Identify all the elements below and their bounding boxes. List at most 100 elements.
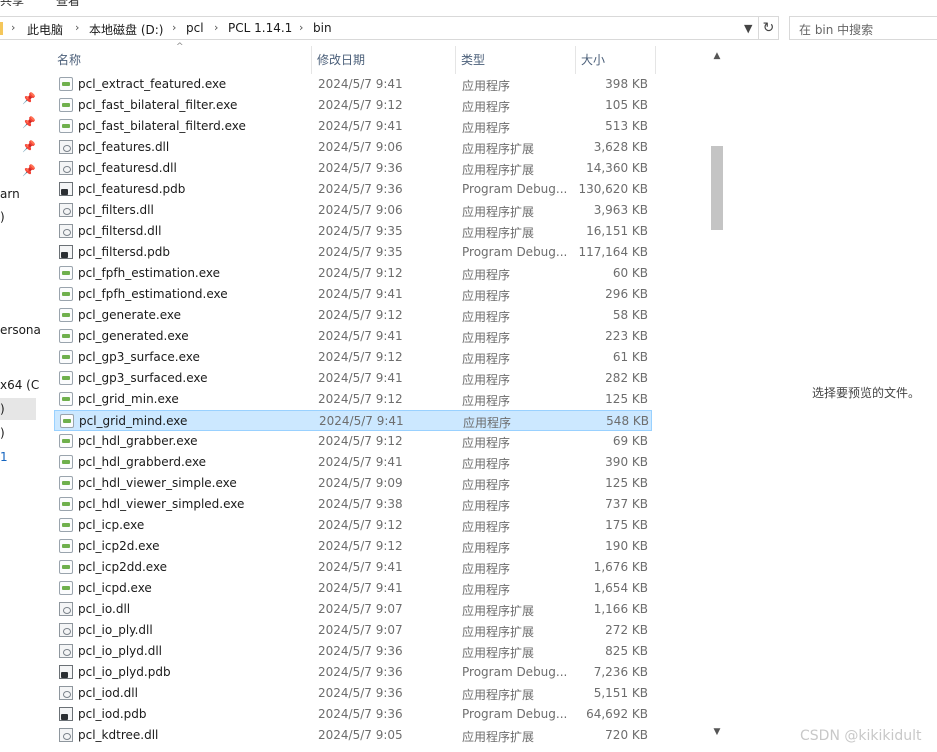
column-type[interactable]: 类型 <box>456 46 576 74</box>
file-size: 125 KB <box>605 392 648 406</box>
scroll-up-icon[interactable]: ▲ <box>708 48 726 64</box>
file-date-modified: 2024/5/7 9:07 <box>318 602 403 616</box>
file-type: 应用程序 <box>462 79 511 93</box>
chevron-right-icon[interactable]: › <box>299 21 303 34</box>
file-name: pcl_featuresd.dll <box>78 161 177 175</box>
chevron-right-icon[interactable]: › <box>11 21 15 34</box>
ribbon-tab-view[interactable]: 查看 <box>56 0 80 6</box>
dll-file-icon <box>59 728 73 742</box>
vertical-scrollbar[interactable]: ▲ ▼ <box>708 46 726 744</box>
file-date-modified: 2024/5/7 9:38 <box>318 497 403 511</box>
breadcrumb-pcl[interactable]: pcl <box>186 21 204 35</box>
file-size: 14,360 KB <box>586 161 648 175</box>
file-date-modified: 2024/5/7 9:12 <box>318 539 403 553</box>
address-bar[interactable]: › 此电脑 › 本地磁盘 (D:) › pcl › PCL 1.14.1 › b… <box>0 16 759 40</box>
file-row[interactable]: pcl_fast_bilateral_filterd.exe 2024/5/7 9… <box>54 116 652 137</box>
file-row[interactable]: pcl_icp2dd.exe 2024/5/7 9:41 应用程序 1,676 KB <box>54 557 652 578</box>
dll-file-icon <box>59 644 73 658</box>
file-size: 105 KB <box>605 98 648 112</box>
column-name[interactable]: 名称 <box>52 46 312 74</box>
breadcrumb-drive-d[interactable]: 本地磁盘 (D:) <box>89 21 163 38</box>
file-date-modified: 2024/5/7 9:12 <box>318 308 403 322</box>
file-size: 398 KB <box>605 77 648 91</box>
file-row[interactable]: pcl_io_plyd.pdb 2024/5/7 9:36 Program Debu… <box>54 662 652 683</box>
file-row[interactable]: pcl_fpfh_estimation.exe 2024/5/7 9:12 应用程序… <box>54 263 652 284</box>
breadcrumb-pcl-version[interactable]: PCL 1.14.1 <box>228 21 292 35</box>
file-type: 应用程序 <box>462 583 511 597</box>
file-row[interactable]: pcl_icp.exe 2024/5/7 9:12 应用程序 175 KB <box>54 515 652 536</box>
file-row[interactable]: pcl_hdl_grabberd.exe 2024/5/7 9:41 应用程序 390… <box>54 452 652 473</box>
file-size: 125 KB <box>605 476 648 490</box>
file-row[interactable]: pcl_io_plyd.dll 2024/5/7 9:36 应用程序扩展 825 KB <box>54 641 652 662</box>
column-header-row: ^ 名称 修改日期 类型 大小 <box>52 42 656 74</box>
file-row[interactable]: pcl_io_ply.dll 2024/5/7 9:07 应用程序扩展 272 KB <box>54 620 652 641</box>
dll-file-icon <box>59 224 73 238</box>
file-name: pcl_fast_bilateral_filter.exe <box>78 98 238 112</box>
file-row[interactable]: pcl_icp2d.exe 2024/5/7 9:12 应用程序 190 KB <box>54 536 652 557</box>
search-input[interactable]: 在 bin 中搜索 <box>789 16 937 40</box>
file-row[interactable]: pcl_filtersd.dll 2024/5/7 9:35 应用程序扩展 16,15… <box>54 221 652 242</box>
file-row[interactable]: pcl_featuresd.dll 2024/5/7 9:36 应用程序扩展 14,3… <box>54 158 652 179</box>
file-name: pcl_generate.exe <box>78 308 182 322</box>
breadcrumb-bin[interactable]: bin <box>313 21 332 35</box>
file-row[interactable]: pcl_icpd.exe 2024/5/7 9:41 应用程序 1,654 KB <box>54 578 652 599</box>
file-date-modified: 2024/5/7 9:35 <box>318 224 403 238</box>
chevron-right-icon[interactable]: › <box>214 21 218 34</box>
file-row[interactable]: pcl_extract_featured.exe 2024/5/7 9:41 应用程… <box>54 74 652 95</box>
file-type: 应用程序扩展 <box>462 142 535 156</box>
file-type: 应用程序 <box>462 289 511 303</box>
folder-icon <box>0 22 3 35</box>
ribbon-tab-share[interactable]: 共享 <box>0 0 24 6</box>
file-row[interactable]: pcl_featuresd.pdb 2024/5/7 9:36 Program De… <box>54 179 652 200</box>
file-row[interactable]: pcl_generated.exe 2024/5/7 9:41 应用程序 223 KB <box>54 326 652 347</box>
refresh-icon: ↻ <box>762 20 775 36</box>
file-type: 应用程序 <box>462 331 511 345</box>
file-date-modified: 2024/5/7 9:41 <box>318 371 403 385</box>
file-date-modified: 2024/5/7 9:36 <box>318 644 403 658</box>
refresh-button[interactable]: ↻ <box>759 16 779 40</box>
file-name: pcl_fast_bilateral_filterd.exe <box>78 119 246 133</box>
file-row[interactable]: pcl_hdl_viewer_simple.exe 2024/5/7 9:09 应用… <box>54 473 652 494</box>
file-name: pcl_icp2d.exe <box>78 539 160 553</box>
column-size[interactable]: 大小 <box>576 46 656 74</box>
file-row[interactable]: pcl_hdl_viewer_simpled.exe 2024/5/7 9:38 应… <box>54 494 652 515</box>
file-date-modified: 2024/5/7 9:12 <box>318 266 403 280</box>
file-row[interactable]: pcl_io.dll 2024/5/7 9:07 应用程序扩展 1,166 KB <box>54 599 652 620</box>
chevron-down-icon[interactable]: ▼ <box>744 22 752 35</box>
exe-file-icon <box>59 455 73 469</box>
file-size: 16,151 KB <box>586 224 648 238</box>
file-row[interactable]: pcl_gp3_surface.exe 2024/5/7 9:12 应用程序 61 K… <box>54 347 652 368</box>
file-name: pcl_featuresd.pdb <box>78 182 186 196</box>
file-size: 1,654 KB <box>593 581 648 595</box>
file-row-selected[interactable]: pcl_grid_mind.exe 2024/5/7 9:41 应用程序 548 KB <box>54 410 652 431</box>
exe-file-icon <box>59 518 73 532</box>
file-size: 720 KB <box>605 728 648 742</box>
breadcrumb-this-pc[interactable]: 此电脑 <box>27 21 63 38</box>
file-row[interactable]: pcl_iod.pdb 2024/5/7 9:36 Program Debug...… <box>54 704 652 725</box>
file-row[interactable]: pcl_features.dll 2024/5/7 9:06 应用程序扩展 3,628… <box>54 137 652 158</box>
chevron-right-icon[interactable]: › <box>75 21 79 34</box>
file-row[interactable]: pcl_filters.dll 2024/5/7 9:06 应用程序扩展 3,963 … <box>54 200 652 221</box>
file-row[interactable]: pcl_kdtree.dll 2024/5/7 9:05 应用程序扩展 720 KB <box>54 725 652 746</box>
file-row[interactable]: pcl_grid_min.exe 2024/5/7 9:12 应用程序 125 KB <box>54 389 652 410</box>
file-row[interactable]: pcl_fast_bilateral_filter.exe 2024/5/7 9:… <box>54 95 652 116</box>
file-row[interactable]: pcl_generate.exe 2024/5/7 9:12 应用程序 58 KB <box>54 305 652 326</box>
file-row[interactable]: pcl_gp3_surfaced.exe 2024/5/7 9:41 应用程序 282… <box>54 368 652 389</box>
file-name: pcl_icp2dd.exe <box>78 560 168 574</box>
chevron-right-icon[interactable]: › <box>172 21 176 34</box>
file-row[interactable]: pcl_fpfh_estimationd.exe 2024/5/7 9:41 应用程… <box>54 284 652 305</box>
pdb-file-icon <box>59 245 73 259</box>
file-row[interactable]: pcl_hdl_grabber.exe 2024/5/7 9:12 应用程序 69 K… <box>54 431 652 452</box>
file-type: 应用程序 <box>462 562 511 576</box>
file-date-modified: 2024/5/7 9:41 <box>318 287 403 301</box>
file-row[interactable]: pcl_iod.dll 2024/5/7 9:36 应用程序扩展 5,151 KB <box>54 683 652 704</box>
file-row[interactable]: pcl_filtersd.pdb 2024/5/7 9:35 Program Deb… <box>54 242 652 263</box>
column-date-modified[interactable]: 修改日期 <box>312 46 456 74</box>
file-size: 5,151 KB <box>593 686 648 700</box>
scroll-down-icon[interactable]: ▼ <box>708 724 726 740</box>
file-size: 117,164 KB <box>578 245 648 259</box>
file-type: 应用程序 <box>462 310 511 324</box>
dll-file-icon <box>59 161 73 175</box>
scrollbar-thumb[interactable] <box>711 146 723 230</box>
file-date-modified: 2024/5/7 9:36 <box>318 707 403 721</box>
